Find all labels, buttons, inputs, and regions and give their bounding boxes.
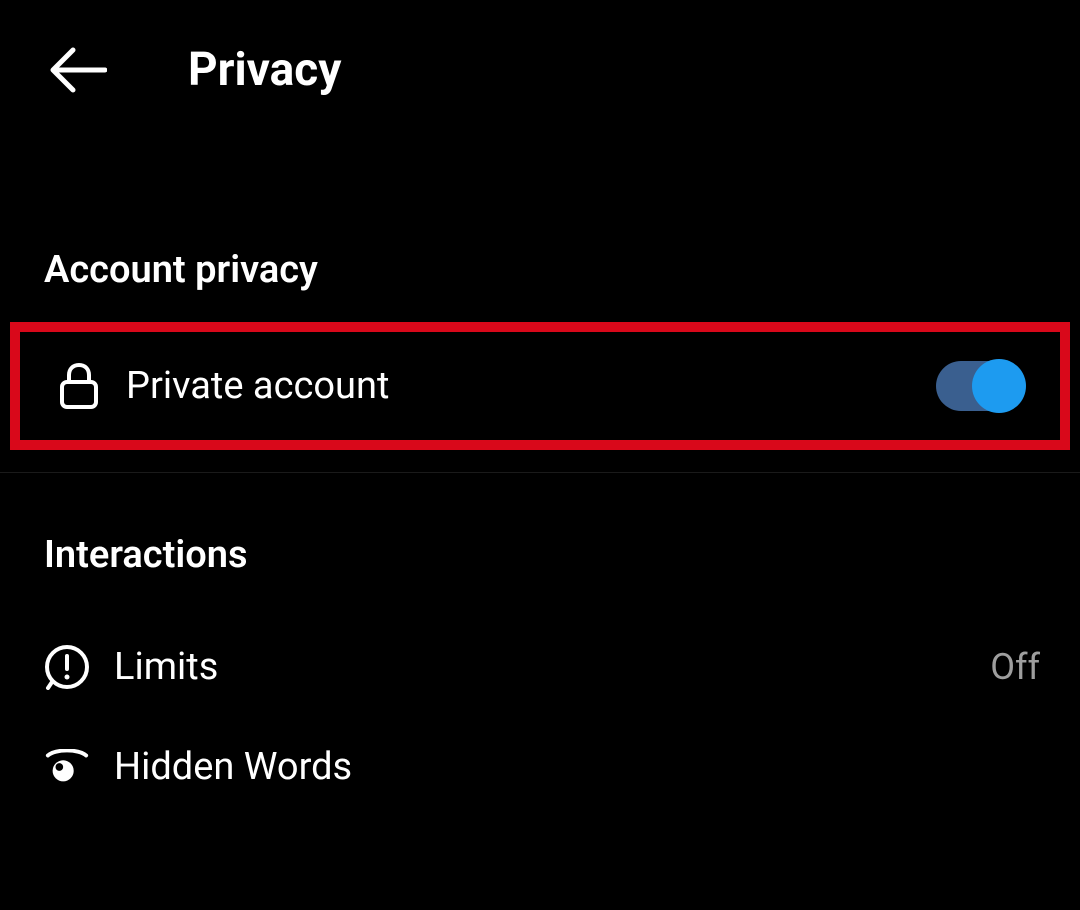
hidden-words-row[interactable]: Hidden Words [0, 717, 1080, 817]
limits-label: Limits [114, 645, 990, 689]
limits-row[interactable]: Limits Off [0, 617, 1080, 717]
arrow-left-icon [49, 46, 107, 94]
hidden-words-label: Hidden Words [114, 745, 1040, 789]
header: Privacy [0, 0, 1080, 140]
page-title: Privacy [188, 43, 341, 97]
section-header-account-privacy: Account privacy [0, 248, 1080, 292]
eye-icon [44, 744, 90, 790]
private-account-toggle[interactable] [936, 361, 1024, 411]
back-button[interactable] [48, 40, 108, 100]
toggle-knob [972, 359, 1026, 413]
section-header-interactions: Interactions [0, 533, 1080, 577]
private-account-label: Private account [126, 364, 936, 408]
divider [0, 472, 1080, 473]
lock-icon [56, 363, 102, 409]
highlighted-private-account-row: Private account [10, 322, 1070, 450]
private-account-row[interactable]: Private account [20, 332, 1060, 440]
limits-value: Off [990, 646, 1040, 688]
exclamation-circle-icon [44, 644, 90, 690]
